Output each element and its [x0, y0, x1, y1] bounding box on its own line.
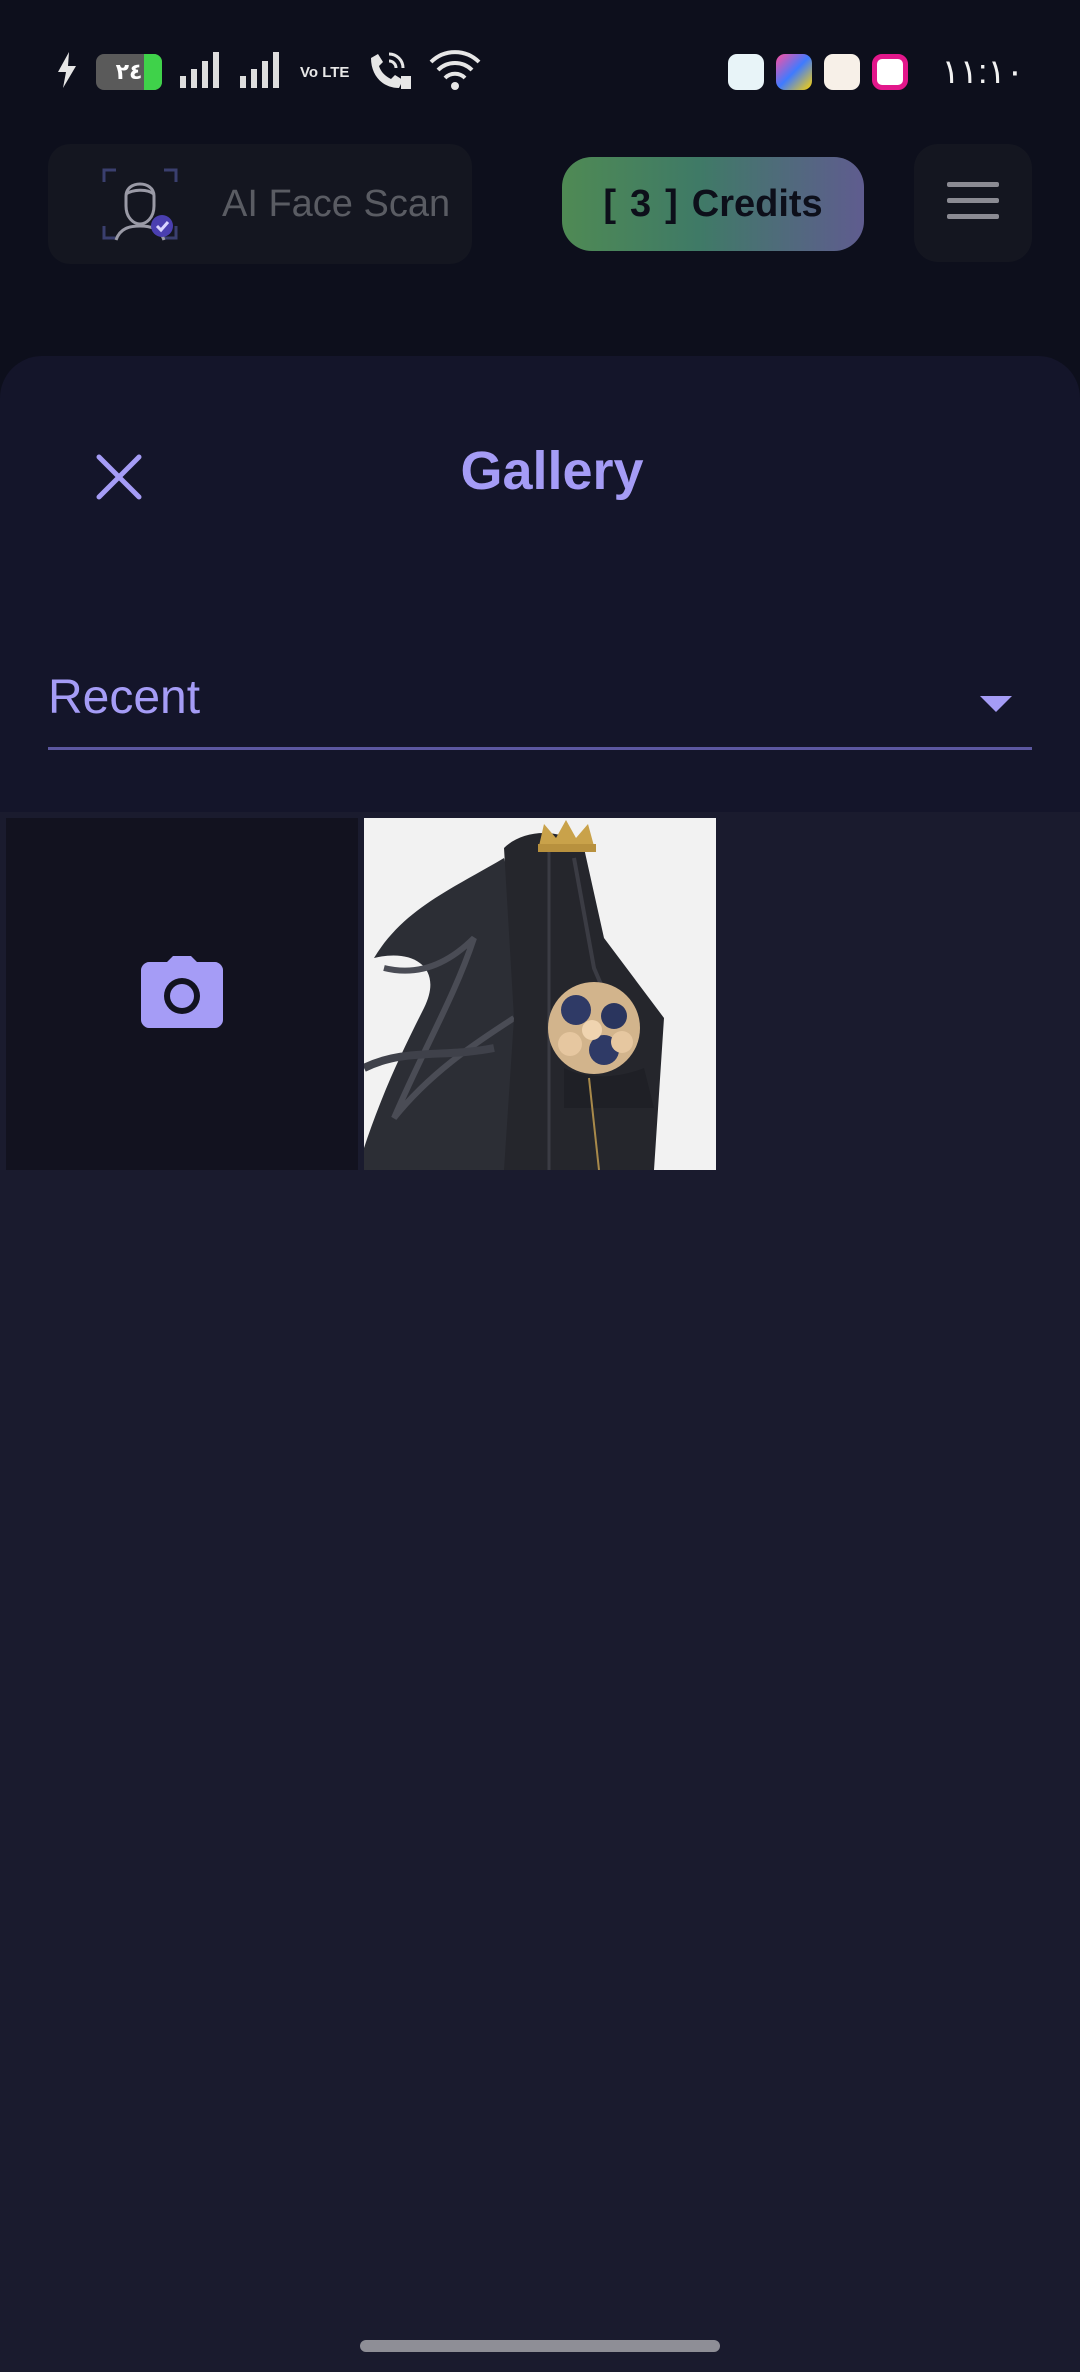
brand-header[interactable]: AI Face Scan: [48, 144, 472, 264]
photo-image: [364, 818, 716, 1170]
credits-label: Credits: [691, 182, 823, 225]
camera-tile[interactable]: [6, 818, 358, 1170]
dropdown-caret-icon: [980, 696, 1012, 712]
signal-icon: [240, 51, 282, 93]
battery-icon: ٢٤: [96, 54, 162, 90]
gallery-photo-thumbnail[interactable]: [364, 818, 716, 1170]
volte-icon: Vo LTE: [300, 63, 350, 81]
credits-count: 3: [629, 182, 652, 225]
app-screen: ٢٤ Vo LTE ١١:١٠ AI Face Scan [3] Credi…: [0, 0, 1080, 2372]
status-time: ١١:١٠: [941, 53, 1025, 91]
notification-app-icon: [871, 54, 908, 90]
notification-app-icon: [727, 54, 764, 90]
notification-app-icon: [775, 54, 812, 90]
charging-icon: [56, 51, 78, 93]
album-dropdown[interactable]: Recent: [48, 656, 1032, 750]
brand-title: AI Face Scan: [222, 183, 451, 225]
album-dropdown-value: Recent: [48, 671, 201, 724]
credits-open-bracket: [: [603, 182, 616, 225]
status-bar: ٢٤ Vo LTE ١١:١٠: [0, 0, 1080, 140]
credits-close-bracket: ]: [665, 182, 678, 225]
status-left-group: ٢٤ Vo LTE: [56, 49, 481, 95]
wifi-icon: [429, 49, 481, 95]
face-scan-logo-icon: [102, 166, 178, 242]
gallery-title: Gallery: [460, 441, 644, 501]
status-right-group: ١١:١٠: [727, 50, 1025, 94]
camera-icon: [141, 955, 223, 1033]
battery-level: ٢٤: [115, 59, 143, 84]
wifi-calling-icon: [367, 50, 412, 95]
hamburger-menu-icon: [947, 181, 999, 225]
home-indicator[interactable]: [360, 2340, 720, 2352]
credits-button[interactable]: [ 3 ] Credits: [562, 157, 864, 251]
signal-icon: [180, 51, 222, 93]
notification-app-icon: [823, 54, 860, 90]
menu-button[interactable]: [914, 144, 1032, 262]
gallery-sheet: Gallery Recent: [0, 356, 1080, 2372]
